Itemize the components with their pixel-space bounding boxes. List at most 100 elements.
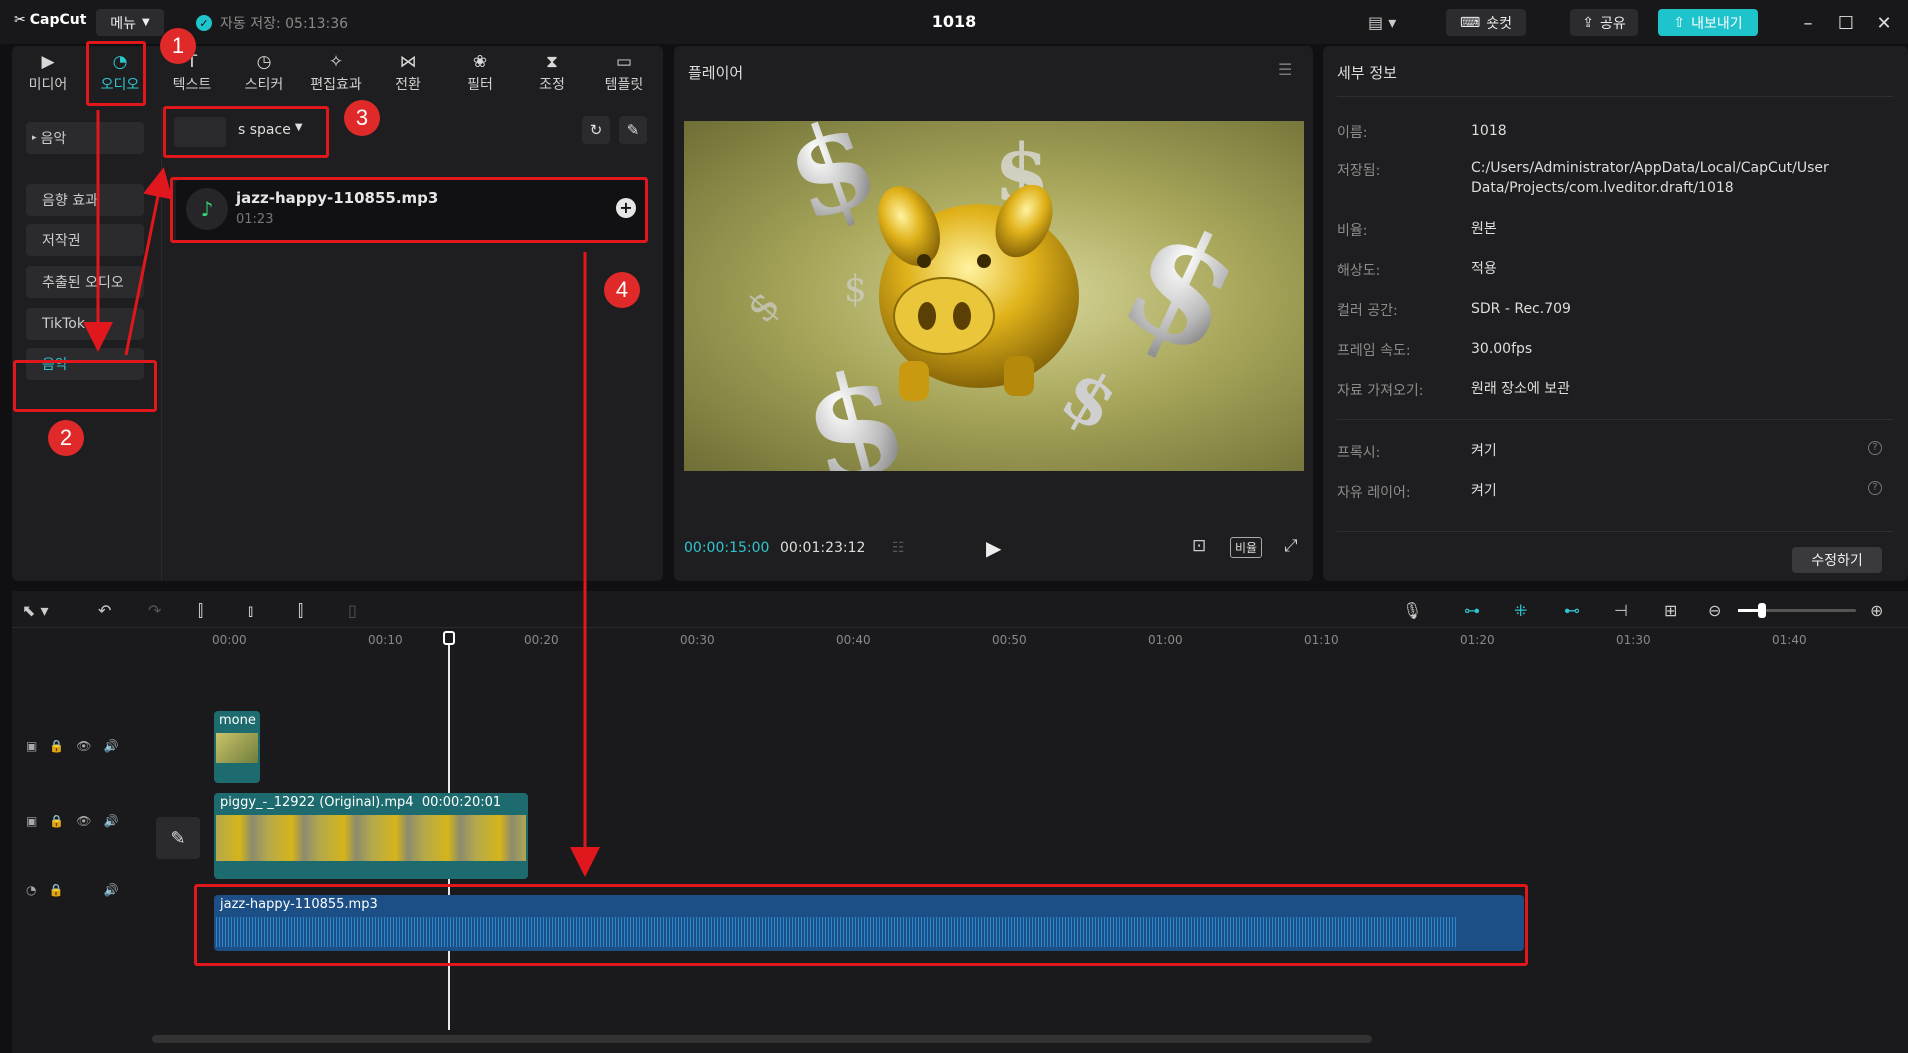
play-icon[interactable]: ▶ bbox=[986, 536, 1001, 560]
ruler-label: 01:20 bbox=[1460, 633, 1495, 647]
detail-label-ratio: 비율: bbox=[1337, 223, 1368, 239]
lock-icon[interactable]: 🔒 bbox=[49, 739, 64, 753]
shortcuts-button[interactable]: ⌨ 숏컷 bbox=[1446, 9, 1526, 36]
maximize-icon[interactable]: ☐ bbox=[1832, 9, 1860, 37]
tab-filter[interactable]: ❀ 필터 bbox=[444, 46, 516, 100]
tab-sticker[interactable]: ◷ 스티커 bbox=[228, 46, 300, 100]
minimize-icon[interactable]: – bbox=[1794, 9, 1822, 37]
timeline-scrollbar[interactable] bbox=[152, 1035, 1372, 1043]
detail-value-import: 원래 장소에 보관 bbox=[1471, 381, 1571, 397]
preview-axis-icon[interactable]: ⊣ bbox=[1614, 601, 1628, 620]
tab-template[interactable]: ▭ 템플릿 bbox=[588, 46, 660, 100]
ruler-label: 00:20 bbox=[524, 633, 559, 647]
fit-view-icon[interactable]: ⊡ bbox=[1192, 536, 1206, 556]
playhead-handle[interactable] bbox=[443, 631, 455, 645]
svg-text:$: $ bbox=[738, 282, 790, 331]
detail-label-free-layer: 자유 레이어: bbox=[1337, 485, 1411, 501]
share-button[interactable]: ⇪ 공유 bbox=[1570, 9, 1638, 36]
tab-effects[interactable]: ✧ 편집효과 bbox=[300, 46, 372, 100]
ratio-button[interactable]: 비율 bbox=[1230, 537, 1263, 558]
hamburger-menu-icon[interactable]: ☰ bbox=[1278, 60, 1292, 79]
speaker-icon[interactable]: 🔊 bbox=[104, 814, 119, 828]
detail-value-name: 1018 bbox=[1471, 123, 1507, 139]
delete-icon[interactable]: ▯ bbox=[348, 601, 357, 620]
redo-icon[interactable]: ↷ bbox=[148, 601, 161, 620]
modify-button[interactable]: 수정하기 bbox=[1792, 547, 1882, 573]
tab-media[interactable]: ▶ 미디어 bbox=[12, 46, 84, 100]
svg-text:$: $ bbox=[787, 336, 924, 471]
detail-label-saved: 저장됨: bbox=[1337, 163, 1381, 179]
clip-thumbnail bbox=[216, 733, 258, 763]
link-icon[interactable]: ⊷ bbox=[1564, 601, 1580, 620]
media-icon: ▶ bbox=[41, 51, 55, 72]
cover-edit-button[interactable]: ✎ bbox=[156, 817, 200, 859]
help-icon[interactable]: ? bbox=[1868, 441, 1882, 455]
sidebar-item-tiktok[interactable]: TikTok bbox=[26, 308, 144, 340]
zoom-out-icon[interactable]: ⊖ bbox=[1708, 601, 1721, 620]
eye-icon[interactable]: 👁 bbox=[76, 814, 91, 828]
timecode-grid-icon[interactable]: ☷ bbox=[892, 540, 905, 556]
snap-icon[interactable]: ⁜ bbox=[1514, 601, 1527, 620]
sticker-icon: ◷ bbox=[256, 51, 272, 72]
tab-adjust[interactable]: ⧗ 조정 bbox=[516, 46, 588, 100]
layout-icon[interactable]: ▤ ▾ bbox=[1368, 13, 1396, 32]
help-icon[interactable]: ? bbox=[1868, 481, 1882, 495]
zoom-slider[interactable] bbox=[1738, 603, 1856, 618]
divider bbox=[1337, 531, 1893, 532]
overlay-clip[interactable]: mone bbox=[214, 711, 260, 783]
step-badge-4: 4 bbox=[604, 272, 640, 308]
ruler-label: 00:00 bbox=[212, 633, 247, 647]
ruler-label: 00:50 bbox=[992, 633, 1027, 647]
detail-label-name: 이름: bbox=[1337, 125, 1368, 141]
edit-button[interactable]: ✎ bbox=[619, 116, 647, 144]
zoom-in-icon[interactable]: ⊕ bbox=[1870, 601, 1883, 620]
sidebar-item-extracted-audio[interactable]: 추출된 오디오 bbox=[26, 266, 144, 298]
detail-label-frame-rate: 프레임 속도: bbox=[1337, 343, 1411, 359]
sidebar-item-music[interactable]: ▸ 음악 bbox=[26, 122, 144, 154]
lock-icon[interactable]: 🔒 bbox=[48, 883, 63, 897]
split-icon[interactable]: ⫿ bbox=[198, 601, 203, 621]
detail-label-proxy: 프록시: bbox=[1337, 445, 1381, 461]
video-track-icon: ▣ bbox=[26, 814, 38, 828]
svg-text:$: $ bbox=[1098, 187, 1267, 391]
undo-icon[interactable]: ↶ bbox=[98, 601, 111, 620]
close-icon[interactable]: ✕ bbox=[1870, 9, 1898, 37]
audio-track-icon: ◔ bbox=[26, 883, 37, 897]
pencil-icon: ✎ bbox=[170, 827, 186, 849]
detail-value-resolution: 적용 bbox=[1471, 261, 1497, 277]
export-button[interactable]: ⇧ 내보내기 bbox=[1658, 9, 1758, 36]
speaker-icon[interactable]: 🔊 bbox=[103, 883, 118, 897]
fullscreen-icon[interactable]: ⤢ bbox=[1284, 536, 1298, 556]
annotation-box-audio-tab bbox=[86, 41, 146, 106]
annotation-box-audio-item bbox=[170, 177, 648, 243]
ruler-label: 00:10 bbox=[368, 633, 403, 647]
speaker-icon[interactable]: 🔊 bbox=[104, 739, 119, 753]
trim-right-icon[interactable]: ⫿ bbox=[298, 601, 303, 621]
video-clip[interactable]: piggy_-_12922 (Original).mp4 00:00:20:01 bbox=[214, 793, 528, 879]
step-badge-2: 2 bbox=[48, 420, 84, 456]
tab-transition[interactable]: ⋈ 전환 bbox=[372, 46, 444, 100]
select-tool-icon[interactable]: ⬉ ▾ bbox=[22, 601, 49, 620]
lock-icon[interactable]: 🔒 bbox=[49, 814, 64, 828]
eye-icon[interactable]: 👁 bbox=[76, 739, 91, 753]
timeline-panel: ⬉ ▾ ↶ ↷ ⫿ ⫾ ⫿ ▯ 🎙 ⊶ ⁜ ⊷ ⊣ ⊞ ⊖ ⊕ 00:00 00… bbox=[12, 591, 1908, 1053]
magnet-icon[interactable]: ⊶ bbox=[1464, 601, 1480, 620]
adjust-icon: ⧗ bbox=[546, 51, 558, 72]
zoom-slider-handle[interactable] bbox=[1758, 603, 1766, 618]
media-panel: ▶ 미디어 ◔ 오디오 T 텍스트 ◷ 스티커 ✧ 편집효과 ⋈ 전환 ❀ 필터 ⧗ 조정 ▭ 템… bbox=[12, 46, 663, 581]
detail-label-color-space: 컬러 공간: bbox=[1337, 303, 1398, 319]
sidebar-item-copyright[interactable]: 저작권 bbox=[26, 224, 144, 256]
sidebar-item-sound-effects[interactable]: 음향 효과 bbox=[26, 184, 144, 216]
zoom-fit-icon[interactable]: ⊞ bbox=[1664, 601, 1677, 620]
keyboard-icon: ⌨ bbox=[1460, 14, 1481, 31]
title-bar: ✂ CapCut 메뉴 ▼ ✓ 자동 저장: 05:13:36 1018 ▤ ▾… bbox=[0, 0, 1908, 44]
detail-value-saved: C:/Users/Administrator/AppData/Local/Cap… bbox=[1471, 160, 1829, 196]
svg-text:$: $ bbox=[1048, 351, 1132, 447]
divider bbox=[1337, 419, 1893, 420]
detail-value-frame-rate: 30.00fps bbox=[1471, 341, 1533, 357]
refresh-button[interactable]: ↻ bbox=[582, 116, 610, 144]
microphone-icon[interactable]: 🎙 bbox=[1402, 601, 1422, 620]
trim-left-icon[interactable]: ⫾ bbox=[248, 601, 253, 621]
clip-label: piggy_-_12922 (Original).mp4 00:00:20:01 bbox=[220, 795, 502, 810]
video-preview: $ $ $ $ $ $ $ bbox=[684, 121, 1304, 471]
